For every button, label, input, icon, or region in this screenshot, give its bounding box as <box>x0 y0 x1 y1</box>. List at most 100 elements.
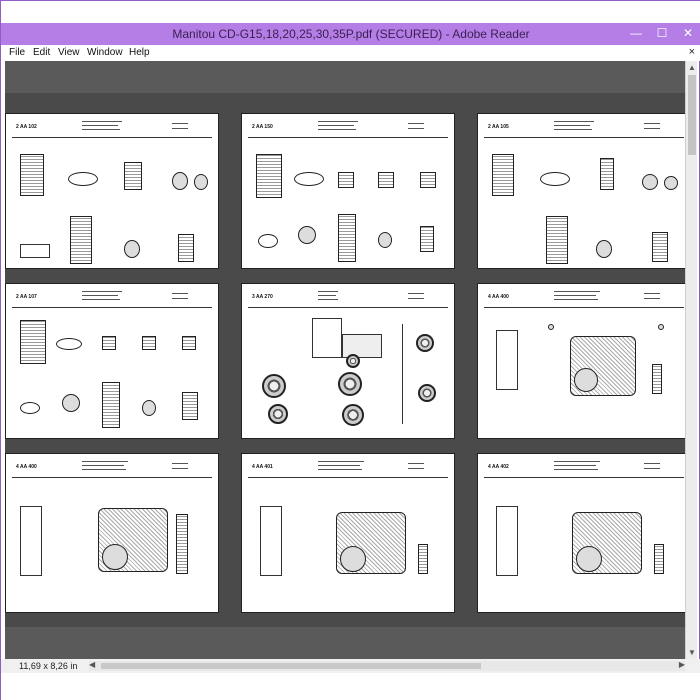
page-thumbnail[interactable]: 4 AA 400 <box>477 283 685 439</box>
bolt-part-icon <box>658 324 664 330</box>
screen-margin-bottom <box>1 673 700 700</box>
element-part-icon <box>102 336 116 350</box>
page-code: 3 AA 270 <box>252 294 273 300</box>
document-close-icon[interactable]: × <box>689 46 695 58</box>
forklift-mast-icon <box>312 318 342 358</box>
element-part-icon <box>142 336 156 350</box>
page-code: 2 AA 105 <box>488 124 509 130</box>
close-button[interactable]: ✕ <box>675 23 700 43</box>
menu-help[interactable]: Help <box>129 47 150 58</box>
menu-file[interactable]: File <box>9 47 25 58</box>
filter-cap-icon <box>298 226 316 244</box>
vertical-scroll-thumb[interactable] <box>688 75 696 155</box>
bracket-part-icon <box>652 364 662 394</box>
viewport-bottom-band <box>5 627 685 659</box>
menu-window[interactable]: Window <box>87 47 123 58</box>
wheel-icon <box>342 404 364 426</box>
horizontal-scrollbar[interactable]: ◀ ▶ <box>89 660 685 671</box>
filter-cap-icon <box>642 174 658 190</box>
filter-cap-icon <box>378 232 392 248</box>
vertical-scrollbar[interactable]: ▲ ▼ <box>685 61 697 659</box>
filter-part-icon <box>652 232 668 262</box>
page-header: 4 AA 400 <box>484 288 684 308</box>
page-header: 2 AA 102 <box>12 118 212 138</box>
flywheel-icon <box>102 544 128 570</box>
page-thumbnail[interactable]: 2 AA 105 <box>477 113 685 269</box>
menu-bar: File Edit View Window Help × <box>1 45 700 61</box>
page-header: 4 AA 400 <box>12 458 212 478</box>
page-code: 2 AA 150 <box>252 124 273 130</box>
filter-part-icon <box>102 382 120 428</box>
parts-legend-box <box>260 506 282 576</box>
flywheel-icon <box>574 368 598 392</box>
menu-view[interactable]: View <box>58 47 80 58</box>
scroll-up-icon[interactable]: ▲ <box>688 63 696 72</box>
parts-legend-box <box>20 506 42 576</box>
window-title: Manitou CD-G15,18,20,25,30,35P.pdf (SECU… <box>172 27 530 41</box>
screen-margin-top <box>1 1 700 23</box>
page-header: 4 AA 401 <box>248 458 448 478</box>
parts-legend-box <box>496 330 518 390</box>
page-thumbnail[interactable]: 2 AA 102 <box>5 113 219 269</box>
page-thumbnail[interactable]: 3 AA 270 <box>241 283 455 439</box>
filter-part-icon <box>20 320 46 364</box>
scroll-left-icon[interactable]: ◀ <box>89 660 95 669</box>
page-code: 4 AA 400 <box>488 294 509 300</box>
page-thumbnail[interactable]: 4 AA 401 <box>241 453 455 613</box>
minimize-button[interactable]: — <box>623 23 649 43</box>
bracket-part-icon <box>654 544 664 574</box>
filter-part-icon <box>600 158 614 190</box>
toolbar-area <box>5 61 685 93</box>
page-thumbnail[interactable]: 2 AA 107 <box>5 283 219 439</box>
filter-cap-icon <box>172 172 188 190</box>
filter-part-icon <box>338 214 356 262</box>
app-window: Manitou CD-G15,18,20,25,30,35P.pdf (SECU… <box>0 0 700 700</box>
filter-part-icon <box>492 154 514 196</box>
document-viewport[interactable]: 2 AA 102 2 AA 150 2 AA 105 2 AA 107 3 AA… <box>5 93 685 627</box>
menu-edit[interactable]: Edit <box>33 47 50 58</box>
bracket-part-icon <box>418 544 428 574</box>
belt-part-icon <box>540 172 570 186</box>
filter-cap-icon <box>142 400 156 416</box>
element-part-icon <box>378 172 394 188</box>
belt-part-icon <box>56 338 82 350</box>
page-code: 4 AA 401 <box>252 464 273 470</box>
bracket-part-icon <box>176 514 188 574</box>
scroll-down-icon[interactable]: ▼ <box>688 648 696 657</box>
page-size-readout: 11,69 x 8,26 in <box>19 661 78 671</box>
ring-part-icon <box>258 234 278 248</box>
page-header: 3 AA 270 <box>248 288 448 308</box>
page-header: 2 AA 150 <box>248 118 448 138</box>
page-code: 4 AA 402 <box>488 464 509 470</box>
title-bar[interactable]: Manitou CD-G15,18,20,25,30,35P.pdf (SECU… <box>1 23 700 45</box>
scroll-right-icon[interactable]: ▶ <box>679 660 685 669</box>
wheel-icon <box>268 404 288 424</box>
wheel-icon <box>416 334 434 352</box>
filter-cap-icon <box>124 240 140 258</box>
maximize-button[interactable]: ☐ <box>649 23 675 43</box>
flywheel-icon <box>576 546 602 572</box>
page-header: 4 AA 402 <box>484 458 684 478</box>
flywheel-icon <box>340 546 366 572</box>
filter-cap-icon <box>664 176 678 190</box>
page-thumbnail[interactable]: 4 AA 400 <box>5 453 219 613</box>
bolt-part-icon <box>548 324 554 330</box>
page-thumbnail[interactable]: 4 AA 402 <box>477 453 685 613</box>
page-code: 4 AA 400 <box>16 464 37 470</box>
parts-legend-box <box>496 506 518 576</box>
page-thumbnail[interactable]: 2 AA 150 <box>241 113 455 269</box>
filter-part-icon <box>20 154 44 196</box>
filter-part-icon <box>182 392 198 420</box>
element-part-icon <box>338 172 354 188</box>
element-part-icon <box>420 172 436 188</box>
belt-part-icon <box>68 172 98 186</box>
wheel-icon <box>262 374 286 398</box>
filter-part-icon <box>178 234 194 262</box>
page-code: 2 AA 107 <box>16 294 37 300</box>
filter-cap-icon <box>194 174 208 190</box>
filter-cap-icon <box>596 240 612 258</box>
filter-cap-icon <box>62 394 80 412</box>
filter-part-icon <box>546 216 568 264</box>
horizontal-scroll-thumb[interactable] <box>101 663 481 669</box>
wheel-icon <box>346 354 360 368</box>
